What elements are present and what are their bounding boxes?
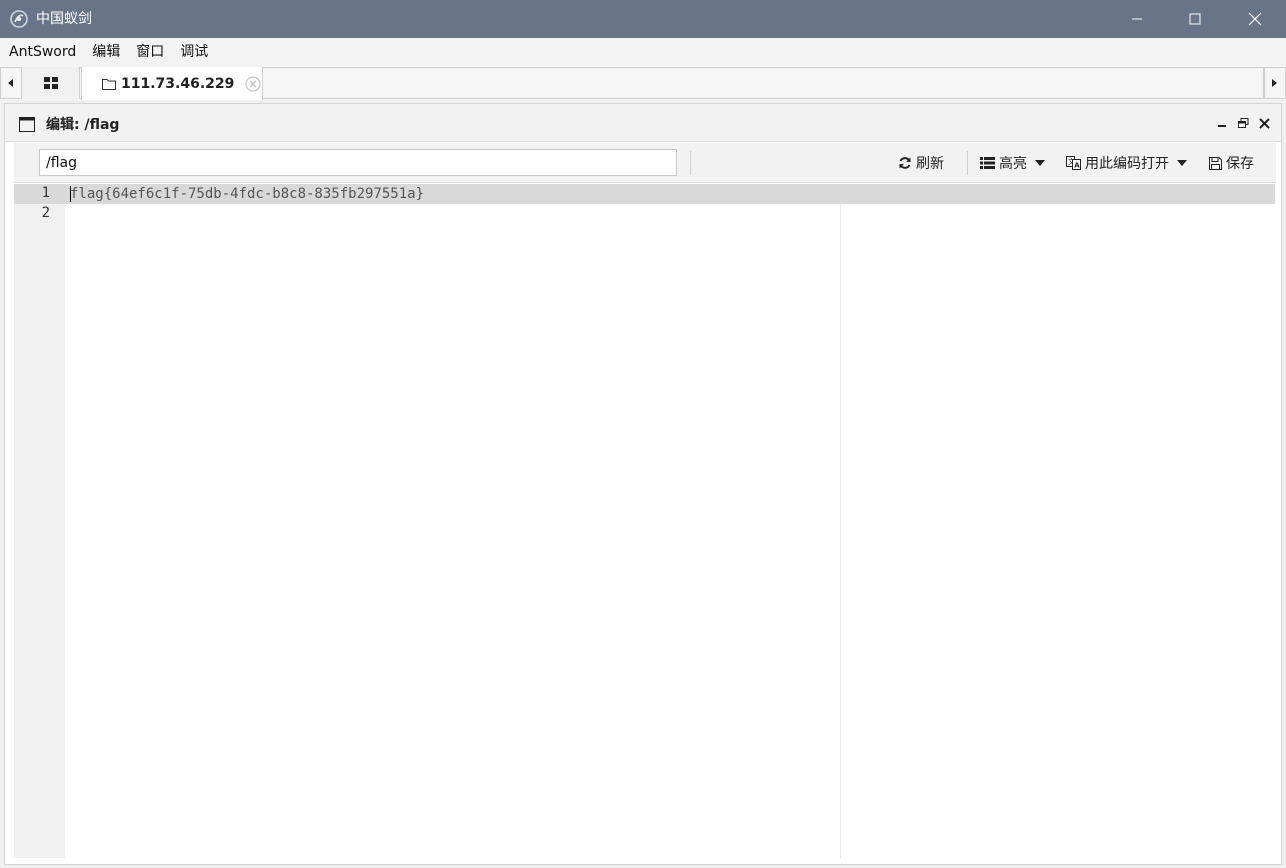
save-button[interactable]: 保存 <box>1209 153 1254 173</box>
tab-scroll-right-button[interactable] <box>1264 67 1286 99</box>
line-number: 1 <box>41 185 50 201</box>
tab-home[interactable] <box>22 67 80 99</box>
save-icon <box>1209 156 1222 170</box>
close-icon <box>1258 117 1270 129</box>
editor-toolbar: 刷新 高亮 文 A 用此编码打开 <box>14 143 1276 183</box>
list-icon <box>980 157 995 169</box>
print-margin <box>840 204 841 858</box>
text-cursor <box>70 186 71 202</box>
minimize-button[interactable] <box>1108 0 1166 38</box>
tab-scroll-left-button[interactable] <box>0 67 22 99</box>
highlight-label: 高亮 <box>999 156 1027 172</box>
caret-down-icon <box>1177 160 1187 166</box>
code-editor[interactable]: 1 2 flag{64ef6c1f-75db-4fdc-b8c8-835fb29… <box>14 184 1275 858</box>
panel-title: 编辑: /flag <box>46 117 120 133</box>
close-icon <box>1248 12 1262 26</box>
refresh-icon <box>899 157 911 169</box>
folder-icon <box>102 78 116 90</box>
menu-edit[interactable]: 编辑 <box>84 38 128 66</box>
encoding-icon: 文 A <box>1066 156 1081 170</box>
maximize-icon <box>1189 13 1201 25</box>
window-title: 中国蚁剑 <box>36 11 92 27</box>
title-bar: 中国蚁剑 <box>0 0 1286 38</box>
tab-bar: 111.73.46.229 <box>0 66 1286 100</box>
grid-icon <box>43 77 58 89</box>
refresh-label: 刷新 <box>916 156 944 172</box>
toolbar-separator <box>690 151 691 175</box>
caret-right-icon <box>1272 79 1277 87</box>
panel-minimize-button[interactable] <box>1215 116 1229 130</box>
window-icon <box>19 117 35 132</box>
menu-window[interactable]: 窗口 <box>128 38 172 66</box>
restore-icon <box>1237 118 1248 128</box>
file-path-input[interactable] <box>39 149 677 176</box>
tab-label: 111.73.46.229 <box>121 75 235 92</box>
tab-remote-host[interactable]: 111.73.46.229 <box>81 67 263 100</box>
menu-debug[interactable]: 调试 <box>172 38 216 66</box>
open-with-encoding-dropdown-button[interactable]: 文 A 用此编码打开 <box>1066 153 1191 173</box>
editor-panel: 编辑: /flag 刷 <box>4 103 1282 865</box>
menu-bar: AntSword 编辑 窗口 调试 <box>0 38 1286 66</box>
encoding-label: 用此编码打开 <box>1085 156 1169 172</box>
svg-text:A: A <box>1074 162 1080 170</box>
minimize-icon <box>1132 18 1142 20</box>
caret-left-icon <box>8 79 13 87</box>
save-label: 保存 <box>1226 156 1254 172</box>
line-number-gutter <box>14 184 65 858</box>
close-window-button[interactable] <box>1226 0 1284 38</box>
tab-close-icon[interactable] <box>245 75 261 92</box>
panel-header: 编辑: /flag <box>5 104 1281 142</box>
antsword-logo-icon <box>10 10 28 28</box>
line-number: 2 <box>41 205 50 221</box>
maximize-button[interactable] <box>1166 0 1224 38</box>
code-line: flag{64ef6c1f-75db-4fdc-b8c8-835fb297551… <box>70 186 425 202</box>
minimize-icon <box>1218 125 1226 127</box>
caret-down-icon <box>1035 160 1045 166</box>
panel-close-button[interactable] <box>1257 116 1271 130</box>
menu-antsword[interactable]: AntSword <box>0 38 84 66</box>
toolbar-separator <box>967 151 968 175</box>
highlight-dropdown-button[interactable]: 高亮 <box>980 153 1049 173</box>
panel-restore-button[interactable] <box>1236 116 1250 130</box>
refresh-button[interactable]: 刷新 <box>898 153 944 173</box>
